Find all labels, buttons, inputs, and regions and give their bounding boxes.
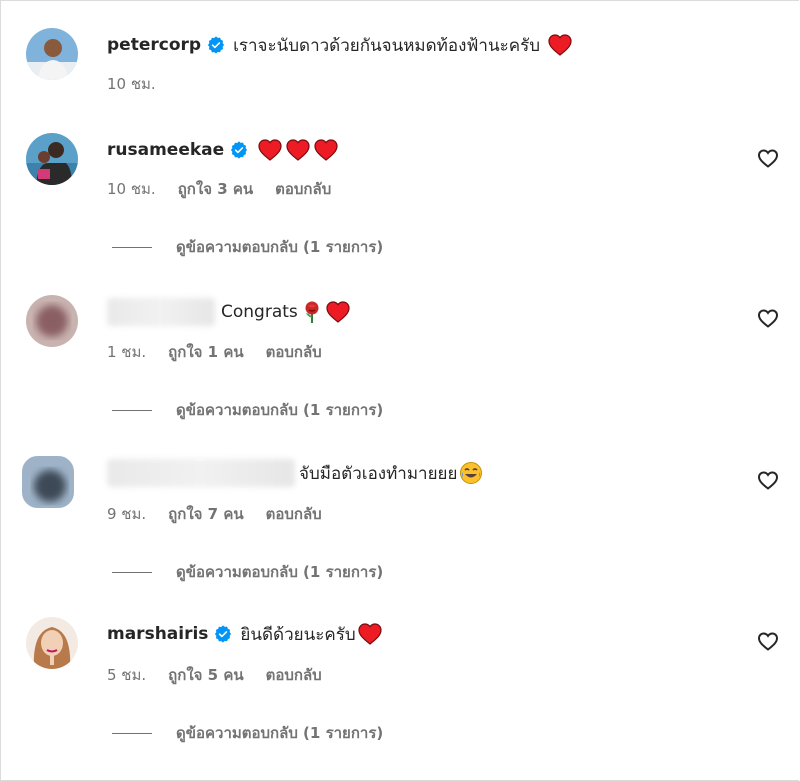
verified-badge-icon [207,36,225,54]
view-replies-label: ดูข้อความตอบกลับ (1 รายการ) [176,724,384,742]
comment-text: Congrats [221,302,298,322]
comment-time[interactable]: 5 ชม. [107,663,146,687]
username[interactable]: rusameekae [107,140,224,160]
comment-text: เราจะนับดาวด้วยกันจนหมดท้องฟ้านะครับ [233,35,541,56]
likes-count[interactable]: ถูกใจ 5 คน [168,663,243,687]
likes-count[interactable]: ถูกใจ 7 คน [168,502,243,526]
avatar[interactable] [22,456,74,508]
red-heart-icon [286,139,310,161]
view-replies-button[interactable]: ดูข้อความตอบกลับ (1 รายการ) [112,721,383,745]
avatar[interactable] [26,617,78,669]
comment-text: ยินดีด้วยนะครับ [240,624,356,645]
view-replies-button[interactable]: ดูข้อความตอบกลับ (1 รายการ) [112,235,383,259]
rose-emoji-icon [300,300,324,324]
red-heart-icon [548,34,572,56]
red-heart-icon [314,139,338,161]
red-heart-icon [258,139,282,161]
red-heart-icon [326,301,350,323]
reply-button[interactable]: ตอบกลับ [275,177,331,201]
comment-text: จับมือตัวเองทำมายยย [299,463,458,484]
view-replies-label: ดูข้อความตอบกลับ (1 รายการ) [176,238,384,256]
like-heart-icon[interactable] [756,146,780,170]
username-blurred[interactable] [107,298,215,326]
divider [112,246,152,248]
username-blurred[interactable] [107,459,295,487]
comment-time[interactable]: 9 ชม. [107,502,146,526]
heart-emojis [258,139,338,161]
divider [112,732,152,734]
username[interactable]: petercorp [107,35,201,55]
divider [112,409,152,411]
heart-emojis [326,301,350,323]
verified-badge-icon [214,625,232,643]
like-heart-icon[interactable] [756,468,780,492]
avatar[interactable] [26,133,78,185]
red-heart-icon [358,623,382,645]
reply-button[interactable]: ตอบกลับ [266,502,322,526]
likes-count[interactable]: ถูกใจ 3 คน [178,177,253,201]
view-replies-label: ดูข้อความตอบกลับ (1 รายการ) [176,401,384,419]
avatar[interactable] [26,28,78,80]
likes-count[interactable]: ถูกใจ 1 คน [168,340,243,364]
like-heart-icon[interactable] [756,306,780,330]
like-heart-icon[interactable] [756,629,780,653]
reply-button[interactable]: ตอบกลับ [266,340,322,364]
comment-time[interactable]: 10 ชม. [107,72,156,96]
comment-time[interactable]: 1 ชม. [107,340,146,364]
reply-button[interactable]: ตอบกลับ [266,663,322,687]
view-replies-button[interactable]: ดูข้อความตอบกลับ (1 รายการ) [112,398,383,422]
divider [112,571,152,573]
avatar[interactable] [26,295,78,347]
view-replies-button[interactable]: ดูข้อความตอบกลับ (1 รายการ) [112,560,383,584]
username[interactable]: marshairis [107,624,208,644]
verified-badge-icon [230,141,248,159]
view-replies-label: ดูข้อความตอบกลับ (1 รายการ) [176,563,384,581]
heart-emojis [358,623,382,645]
comment-time[interactable]: 10 ชม. [107,177,156,201]
heart-emojis [548,34,572,56]
tears-of-joy-emoji-icon [459,461,483,485]
